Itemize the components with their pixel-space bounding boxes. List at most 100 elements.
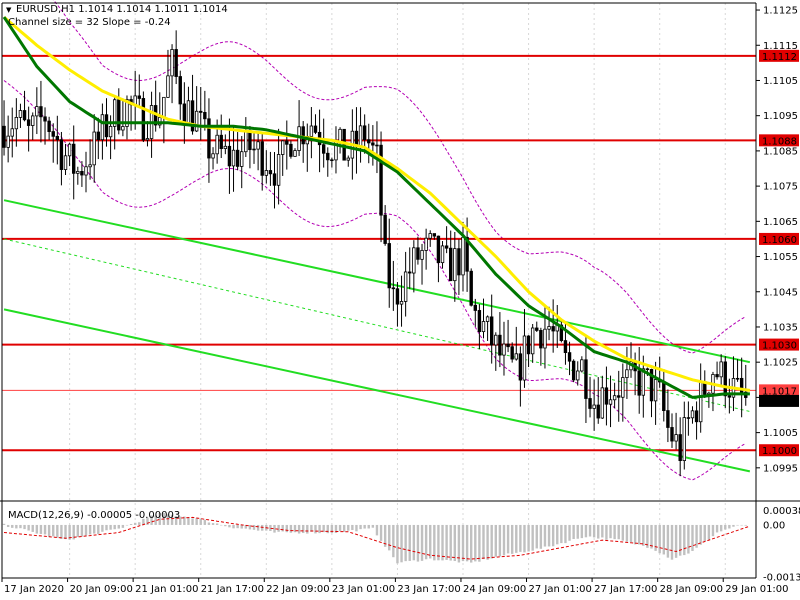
macd-histogram-bar [105,524,108,531]
macd-histogram-bar [355,524,358,532]
axes: 1.11251.11151.11051.10951.10851.10751.10… [1,2,800,595]
candle-body [440,245,445,264]
candle-body [461,236,465,276]
macd-histogram-bar [359,524,362,530]
macd-histogram-bar [420,524,424,561]
time-tick-label: 21 Jan 17:00 [201,584,264,595]
macd-histogram-bar [408,524,411,561]
candle-body [276,154,281,186]
macd-histogram-bar [584,524,588,538]
candle-body [18,110,23,118]
price-tick-label: 1.1005 [763,428,798,439]
candle-body [387,243,391,289]
candle-body [457,248,461,276]
channel-line [3,199,751,364]
macd-histogram-bar [572,524,575,540]
macd-histogram-bar [506,524,510,554]
macd-histogram-bar [215,523,219,525]
macd-histogram-bar [285,524,288,533]
candle-body [412,247,416,274]
macd-histogram-bar [199,518,202,525]
macd-histogram-bar [638,524,641,545]
macd-histogram-bar [535,524,538,549]
candle-body [453,248,457,282]
chart-header: ▼ EURUSD,H1 1.1014 1.1014 1.1011 1.1014 … [6,4,228,521]
candle-body [248,130,252,151]
candle-body [264,170,269,176]
macd-histogram-bar [220,524,223,526]
candle-body [207,118,211,159]
candle-body [166,75,170,98]
candle-body [408,271,412,274]
macd-histogram-bar [281,524,284,532]
macd-histogram-bar [379,524,383,541]
macd-histogram-bar [277,524,280,532]
candle-body [117,99,121,131]
candle-body [194,110,199,132]
macd-histogram-bar [683,524,686,556]
header-triangle-icon: ▼ [6,6,12,14]
candle-body [592,404,596,409]
macd-histogram-bar [392,524,395,558]
candle-body [625,369,629,378]
candle-body [473,304,477,311]
macd-histogram-bar [629,524,633,543]
candle-body [584,359,588,399]
macd-histogram-bar [80,524,84,537]
macd-histogram-bar [88,524,92,535]
candle-body [449,247,453,282]
macd-histogram-bar [519,524,522,552]
candle-body [297,126,301,151]
macd-histogram-bar [64,524,67,540]
macd-histogram-bar [404,524,407,562]
macd-histogram-bar [490,524,493,559]
macd-histogram-bar [27,524,30,531]
candle-body [76,171,80,174]
candle-body [59,139,64,170]
candle-body [666,410,670,428]
candle-body [535,327,539,331]
candle-body [395,288,400,305]
macd-histogram-bar [203,519,207,525]
macd-histogram-bar [658,524,661,554]
candle-body [203,112,207,120]
macd-histogram-bar [429,524,432,559]
candle-body [727,395,732,398]
candle-body [391,287,396,290]
macd-histogram-bar [416,524,420,562]
candle-body [485,316,490,322]
candle-body [14,116,19,130]
candle-body [10,128,14,137]
macd-histogram-bar [133,522,137,525]
candle-body [506,343,510,348]
candle-body [469,270,473,306]
candle-body [215,134,219,155]
macd-histogram-bar [187,517,190,525]
candle-body [383,214,387,244]
macd-histogram-bar [715,524,719,533]
macd-histogram-bar [437,524,440,561]
macd-histogram-bar [195,518,198,525]
candle-body [227,145,232,167]
candle-body [526,335,531,355]
candle-body [371,142,375,146]
macd-histogram-bar [19,524,22,529]
macd-histogram-bar [35,524,39,534]
macd-histogram-bar [523,524,526,553]
macd-histogram-bar [117,524,120,529]
macd-histogram-bar [306,524,309,534]
candle-body [22,110,27,121]
candle-body [346,157,350,161]
candle-body [403,271,408,302]
candle-body [723,361,727,397]
price-tick-label: 1.1045 [763,287,798,298]
macd-histogram-bar [580,524,584,539]
candle-body [108,125,113,138]
macd-histogram-bar [76,524,80,537]
macd-histogram-bar [371,524,375,528]
candle-body [137,95,141,99]
macd-histogram-bar [224,524,227,527]
macd-histogram-bar [601,524,604,538]
candle-body [88,164,92,168]
candle-body [281,140,285,155]
